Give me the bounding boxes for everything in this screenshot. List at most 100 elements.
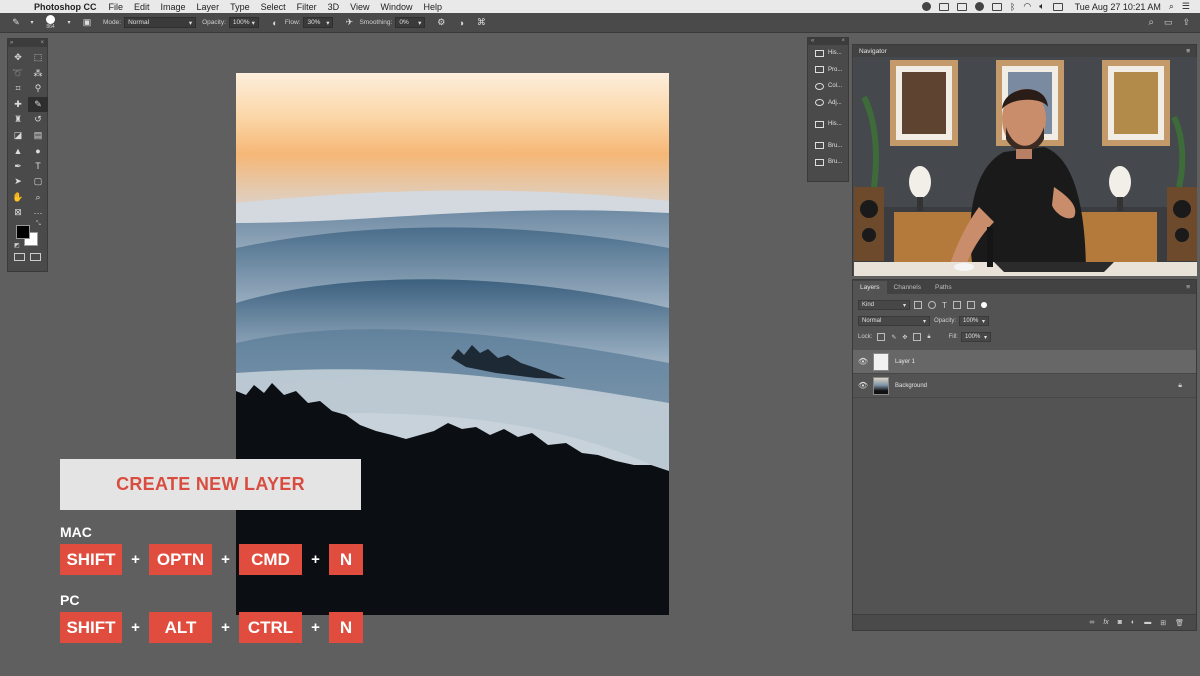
airplay-icon[interactable] — [1052, 2, 1063, 11]
menu-select[interactable]: Select — [261, 2, 286, 12]
airbrush-icon[interactable]: ✈︎ — [343, 17, 355, 29]
menu-type[interactable]: Type — [230, 2, 250, 12]
chevron-down-icon[interactable]: ▾ — [63, 17, 75, 29]
swap-colors-icon[interactable]: ⤡ — [36, 221, 41, 228]
dock-item-properties[interactable]: Pro... — [808, 62, 848, 79]
dock-item-brush-settings[interactable]: Bru... — [808, 154, 848, 171]
pen-tool-icon[interactable]: ✒ — [8, 159, 28, 175]
clone-stamp-tool-icon[interactable]: ♜ — [8, 112, 28, 128]
healing-brush-tool-icon[interactable]: ✚ — [8, 97, 28, 113]
menu-help[interactable]: Help — [423, 2, 442, 12]
filter-toggle-icon[interactable] — [980, 302, 987, 308]
collapse-icon[interactable]: « — [811, 38, 814, 45]
quick-mask-icon[interactable] — [14, 252, 26, 261]
status-app-icon[interactable] — [921, 2, 931, 11]
smoothing-field[interactable]: 0% ▾ — [395, 17, 426, 28]
panel-menu-icon[interactable]: ≡ — [1186, 48, 1190, 55]
menu-image[interactable]: Image — [161, 2, 186, 12]
crop-tool-icon[interactable]: ⌗ — [8, 81, 28, 97]
menu-view[interactable]: View — [350, 2, 369, 12]
tab-layers[interactable]: Layers — [853, 281, 887, 294]
dock-item-histogram[interactable]: His... — [808, 116, 848, 133]
visibility-eye-icon[interactable]: 👁︎ — [853, 381, 873, 390]
close-icon[interactable]: × — [40, 39, 44, 47]
tools-panel-header[interactable]: » × — [8, 39, 47, 47]
brush-preset-picker[interactable]: 864 — [46, 15, 55, 30]
lasso-tool-icon[interactable]: ➰ — [8, 66, 28, 82]
layer-row-layer-1[interactable]: 👁︎ Layer 1 — [853, 350, 1196, 374]
pressure-size-icon[interactable]: ◑ — [455, 17, 467, 29]
dodge-tool-icon[interactable]: ● — [28, 143, 48, 159]
chevron-down-icon[interactable]: ▾ — [26, 17, 38, 29]
screen-icon[interactable] — [938, 2, 949, 11]
eraser-tool-icon[interactable]: ◪ — [8, 128, 28, 144]
collapse-icon[interactable]: » — [10, 39, 13, 47]
display-icon[interactable] — [991, 2, 1002, 11]
brush-tool-icon[interactable]: ✎ — [28, 96, 48, 112]
bluetooth-icon[interactable]: ᛒ — [1010, 2, 1015, 12]
filter-adjustment-icon[interactable] — [928, 301, 936, 309]
menu-edit[interactable]: Edit — [134, 2, 150, 12]
link-layers-icon[interactable]: ∞ — [1089, 619, 1094, 626]
default-colors-icon[interactable]: ◩ — [14, 242, 20, 249]
dock-header[interactable]: «× — [808, 38, 848, 45]
workspace-icon[interactable]: ▭ — [1164, 17, 1173, 28]
hand-tool-icon[interactable]: ✋ — [8, 190, 28, 206]
lock-pixels-icon[interactable]: ✎ — [891, 334, 896, 341]
menu-app-name[interactable]: Photoshop CC — [34, 2, 97, 12]
new-layer-icon[interactable]: ⊞ — [1160, 619, 1166, 627]
search-icon[interactable]: ⌕ — [1148, 17, 1154, 28]
tab-channels[interactable]: Channels — [887, 281, 928, 294]
notification-center-icon[interactable]: ☰ — [1182, 1, 1190, 12]
layer-opacity-field[interactable]: 100% ▾ — [959, 316, 990, 326]
visibility-eye-icon[interactable]: 👁︎ — [853, 357, 873, 366]
record-icon[interactable] — [974, 2, 984, 11]
new-group-icon[interactable]: ▬ — [1144, 619, 1151, 626]
menu-window[interactable]: Window — [380, 2, 412, 12]
marquee-tool-icon[interactable]: ⬚ — [28, 50, 48, 66]
dock-item-history[interactable]: His... — [808, 45, 848, 62]
magic-wand-tool-icon[interactable]: ⁂ — [28, 66, 48, 82]
menu-3d[interactable]: 3D — [328, 2, 340, 12]
path-selection-tool-icon[interactable]: ➤ — [8, 174, 28, 190]
lock-artboard-icon[interactable] — [913, 333, 922, 341]
gradient-tool-icon[interactable]: ▤ — [28, 128, 48, 144]
fill-field[interactable]: 100% ▾ — [960, 332, 991, 342]
zoom-tool-icon[interactable]: ⌕ — [28, 190, 48, 206]
brush-settings-icon[interactable]: ▣ — [81, 17, 93, 29]
more-tools-icon[interactable]: ··· — [28, 205, 48, 221]
panel-menu-icon[interactable]: ≡ — [1186, 281, 1190, 294]
filter-shape-icon[interactable] — [952, 301, 961, 309]
document-canvas[interactable] — [236, 73, 669, 615]
layer-row-background[interactable]: 👁︎ Background 🔒︎ — [853, 374, 1196, 398]
adjustment-layer-icon[interactable]: ◐ — [1131, 619, 1135, 626]
lock-all-icon[interactable]: 🔒︎ — [927, 334, 930, 341]
brush-tool-icon[interactable]: ✎ — [10, 17, 22, 29]
artboard-tool-icon[interactable]: ⊠ — [8, 205, 28, 221]
blur-tool-icon[interactable]: ▲ — [8, 143, 28, 159]
pressure-opacity-icon[interactable]: ◐ — [269, 17, 281, 29]
wifi-icon[interactable]: ◠ — [1023, 1, 1031, 12]
filter-type-icon[interactable]: T — [942, 301, 947, 310]
foreground-color-swatch[interactable] — [16, 224, 30, 239]
move-tool-icon[interactable]: ✥ — [8, 50, 28, 66]
volume-icon[interactable]: 🔈︎ — [1039, 1, 1044, 12]
trash-icon[interactable]: 🗑︎ — [1175, 619, 1184, 627]
opacity-field[interactable]: 100% ▾ — [228, 17, 259, 28]
spotlight-search-icon[interactable]: ⌕ — [1169, 1, 1174, 12]
history-brush-tool-icon[interactable]: ↺ — [28, 112, 48, 128]
lock-position-icon[interactable]: ✥ — [902, 334, 907, 341]
type-tool-icon[interactable]: T — [28, 159, 48, 175]
shape-tool-icon[interactable]: ▢ — [28, 174, 48, 190]
blend-mode-select[interactable]: Normal ▾ — [858, 316, 930, 326]
navigator-header[interactable]: Navigator ≡ — [853, 45, 1196, 57]
screen-mode-icon[interactable] — [29, 252, 41, 261]
gear-icon[interactable]: ⚙ — [435, 17, 447, 29]
camera-icon[interactable] — [956, 2, 967, 11]
dock-item-color[interactable]: Col... — [808, 78, 848, 95]
filter-pixel-icon[interactable] — [914, 301, 922, 309]
lock-transparent-icon[interactable] — [877, 333, 886, 341]
filter-kind-select[interactable]: Kind ▾ — [858, 300, 910, 310]
share-icon[interactable]: ⇪ — [1182, 17, 1190, 28]
menu-layer[interactable]: Layer — [197, 2, 220, 12]
